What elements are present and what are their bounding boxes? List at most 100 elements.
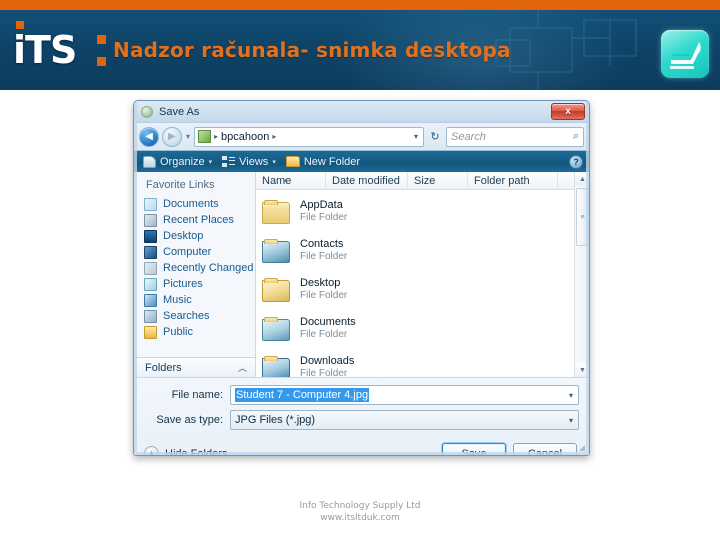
table-row[interactable]: Contacts File Folder xyxy=(256,231,589,270)
cancel-button[interactable]: Cancel xyxy=(513,442,577,455)
help-icon[interactable]: ? xyxy=(569,154,583,169)
folder-icon xyxy=(198,130,212,143)
search-icon: ⌕ xyxy=(572,130,579,142)
table-row[interactable]: Documents File Folder xyxy=(256,309,589,348)
address-chevron-down-icon[interactable]: ▾ xyxy=(414,132,420,141)
refresh-icon[interactable]: ↻ xyxy=(427,130,443,143)
chevron-up-icon: ▲ xyxy=(144,446,159,455)
sidebar-item-label: Public xyxy=(163,326,193,338)
save-form: File name: Student 7 - Computer 4.jpg ▾ … xyxy=(134,377,589,455)
contacts-folder-icon xyxy=(262,237,292,265)
scroll-down-icon[interactable]: ▼ xyxy=(575,363,589,377)
column-header-name[interactable]: Name ▴ xyxy=(256,172,326,190)
breadcrumb-separator-icon-2: ▸ xyxy=(272,132,277,141)
sidebar-item-computer[interactable]: Computer xyxy=(134,244,255,260)
dialog-toolbar: Organize ▾ Views ▾ New Folder ? xyxy=(134,150,589,172)
row-name: Desktop xyxy=(300,277,341,289)
save-as-type-select[interactable]: JPG Files (*.jpg) ▾ xyxy=(230,410,579,430)
sidebar-item-music[interactable]: Music xyxy=(134,292,255,308)
file-list: Name ▴ Date modified Size Folder path Ap… xyxy=(256,172,589,377)
chevron-down-icon: ▾ xyxy=(208,158,213,166)
table-row[interactable]: AppData File Folder xyxy=(256,192,589,231)
public-folder-icon xyxy=(144,325,157,339)
address-bar: ◀ ▶ ▾ ▸ bpcahoon ▸ ▾ ↻ Search ⌕ xyxy=(134,123,589,150)
app-icon xyxy=(141,105,153,118)
close-icon[interactable]: x xyxy=(551,103,585,120)
form-actions: ▲ Hide Folders Save Cancel xyxy=(144,435,579,455)
new-folder-button[interactable]: New Folder xyxy=(283,153,363,171)
pictures-icon xyxy=(144,277,157,291)
breadcrumb-item-bpcahoon[interactable]: bpcahoon xyxy=(221,131,269,143)
table-row[interactable]: Desktop File Folder xyxy=(256,270,589,309)
row-name: Documents xyxy=(300,316,356,328)
vertical-scrollbar[interactable]: ▲ ≡ ▼ xyxy=(574,172,589,377)
save-button[interactable]: Save xyxy=(442,442,506,455)
search-placeholder: Search xyxy=(451,130,486,143)
chevron-down-icon-2[interactable]: ▾ xyxy=(569,416,573,425)
sidebar-item-recently-changed[interactable]: Recently Changed xyxy=(134,260,255,276)
documents-icon xyxy=(144,197,157,211)
organize-icon xyxy=(143,155,156,168)
sidebar-item-searches[interactable]: Searches xyxy=(134,308,255,324)
hide-folders-button[interactable]: ▲ Hide Folders xyxy=(144,446,227,455)
forward-button[interactable]: ▶ xyxy=(162,126,182,147)
computer-icon xyxy=(144,245,157,259)
music-icon xyxy=(144,293,157,307)
slide-page: iTS Nadzor računala- snimka desktopa Sav… xyxy=(0,0,720,540)
dialog-title: Save As xyxy=(159,105,200,118)
scroll-up-icon[interactable]: ▲ xyxy=(575,172,589,186)
resize-grip-icon[interactable]: ◢ xyxy=(579,443,585,452)
sidebar-item-label: Searches xyxy=(163,310,210,322)
column-header-date-modified[interactable]: Date modified xyxy=(326,172,408,190)
footer: Info Technology Supply Ltd www.itsltduk.… xyxy=(0,500,720,524)
folders-pane-toggle[interactable]: Folders ︿ xyxy=(134,357,255,377)
sidebar-item-label: Documents xyxy=(163,198,219,210)
sidebar-item-documents[interactable]: Documents xyxy=(134,196,255,212)
views-label: Views xyxy=(239,155,269,168)
footer-line-1: Info Technology Supply Ltd xyxy=(299,501,421,511)
folder-icon xyxy=(262,198,292,226)
new-folder-icon xyxy=(285,156,300,167)
chevron-down-icon-2: ▾ xyxy=(272,158,276,166)
logo-colon-top xyxy=(97,35,106,44)
sidebar-item-recent-places[interactable]: Recent Places xyxy=(134,212,255,228)
organize-button[interactable]: Organize ▾ xyxy=(140,153,215,171)
sidebar-item-label: Recent Places xyxy=(163,214,234,226)
logo-colon-bottom xyxy=(97,57,106,66)
its-logo: iTS xyxy=(13,21,106,70)
column-headers: Name ▴ Date modified Size Folder path xyxy=(256,172,589,190)
new-folder-label: New Folder xyxy=(303,155,361,168)
breadcrumb-separator-icon: ▸ xyxy=(214,132,219,141)
table-row[interactable]: Downloads File Folder xyxy=(256,348,589,377)
column-header-folder-path[interactable]: Folder path xyxy=(468,172,558,190)
search-input[interactable]: Search ⌕ xyxy=(446,126,584,147)
views-button[interactable]: Views ▾ xyxy=(219,153,279,171)
back-button[interactable]: ◀ xyxy=(139,126,159,147)
scrollbar-thumb[interactable]: ≡ xyxy=(576,188,589,246)
recent-locations-chevron-down-icon[interactable]: ▾ xyxy=(185,132,191,141)
row-type: File Folder xyxy=(300,212,348,223)
desktop-folder-icon xyxy=(262,276,292,304)
file-name-row: File name: Student 7 - Computer 4.jpg ▾ xyxy=(144,385,579,405)
column-header-size[interactable]: Size xyxy=(408,172,468,190)
header-orange-strip xyxy=(0,0,720,10)
sidebar-item-desktop[interactable]: Desktop xyxy=(134,228,255,244)
chevron-down-icon[interactable]: ▾ xyxy=(569,391,573,400)
dialog-buttons: Save Cancel xyxy=(442,442,579,455)
breadcrumb[interactable]: ▸ bpcahoon ▸ ▾ xyxy=(194,126,424,147)
page-title: Nadzor računala- snimka desktopa xyxy=(113,38,511,62)
save-as-type-value: JPG Files (*.jpg) xyxy=(235,414,316,426)
row-name: Contacts xyxy=(300,238,344,250)
logo-i-dot xyxy=(16,21,24,29)
sidebar-item-label: Pictures xyxy=(163,278,203,290)
favorite-links-sidebar: Favorite Links Documents Recent Places D… xyxy=(134,172,256,377)
sidebar-item-public[interactable]: Public xyxy=(134,324,255,340)
sidebar-item-label: Computer xyxy=(163,246,212,258)
sidebar-item-label: Music xyxy=(163,294,192,306)
sidebar-item-pictures[interactable]: Pictures xyxy=(134,276,255,292)
downloads-folder-icon xyxy=(262,354,292,377)
sort-ascending-icon: ▴ xyxy=(284,176,288,184)
document-stack-icon xyxy=(661,30,709,78)
file-name-input[interactable]: Student 7 - Computer 4.jpg ▾ xyxy=(230,385,579,405)
save-as-dialog: Save As x ◀ ▶ ▾ ▸ bpcahoon ▸ ▾ ↻ Search … xyxy=(133,100,590,456)
